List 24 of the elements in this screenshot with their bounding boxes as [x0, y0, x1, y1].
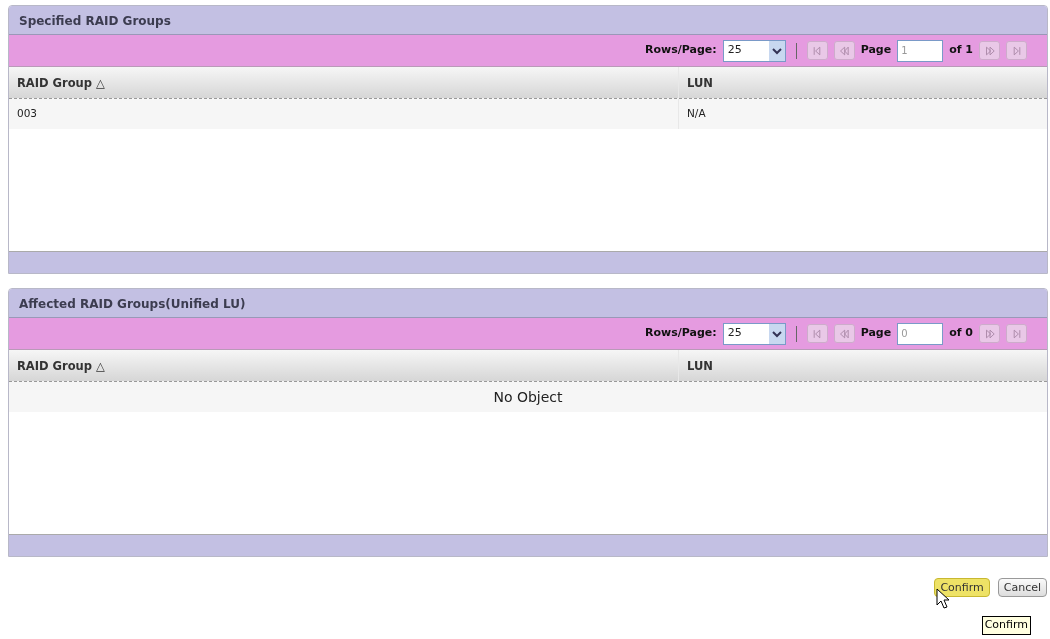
- page-count-label: of 0: [949, 325, 973, 342]
- page-count-label: of 1: [949, 42, 973, 59]
- rows-per-page-dropdown[interactable]: 25: [722, 322, 786, 345]
- sort-icon[interactable]: △: [96, 76, 105, 90]
- column-header[interactable]: RAID Group: [17, 76, 92, 90]
- rows-per-page-dropdown[interactable]: 25: [722, 39, 786, 62]
- rows-per-page-label: Rows/Page:: [644, 325, 717, 342]
- table-cell: N/A: [687, 107, 706, 119]
- sort-icon[interactable]: △: [96, 359, 105, 373]
- tooltip: Confirm: [981, 616, 1031, 635]
- confirm-button[interactable]: Confirm: [934, 578, 990, 597]
- cancel-button[interactable]: Cancel: [997, 578, 1047, 597]
- column-header[interactable]: LUN: [687, 359, 713, 373]
- double-left-arrow-icon: [837, 43, 852, 58]
- double-left-arrow-icon: [837, 326, 852, 341]
- column-header[interactable]: RAID Group: [17, 359, 92, 373]
- page-label: Page: [860, 325, 892, 342]
- panel-title: Affected RAID Groups(Unified LU): [9, 289, 1047, 318]
- column-header[interactable]: LUN: [687, 76, 713, 90]
- page-label: Page: [860, 42, 892, 59]
- table-cell: 003: [17, 107, 38, 119]
- panel-title: Specified RAID Groups: [9, 6, 1047, 35]
- rows-per-page-label: Rows/Page:: [644, 42, 717, 59]
- empty-message: No Object: [493, 389, 563, 405]
